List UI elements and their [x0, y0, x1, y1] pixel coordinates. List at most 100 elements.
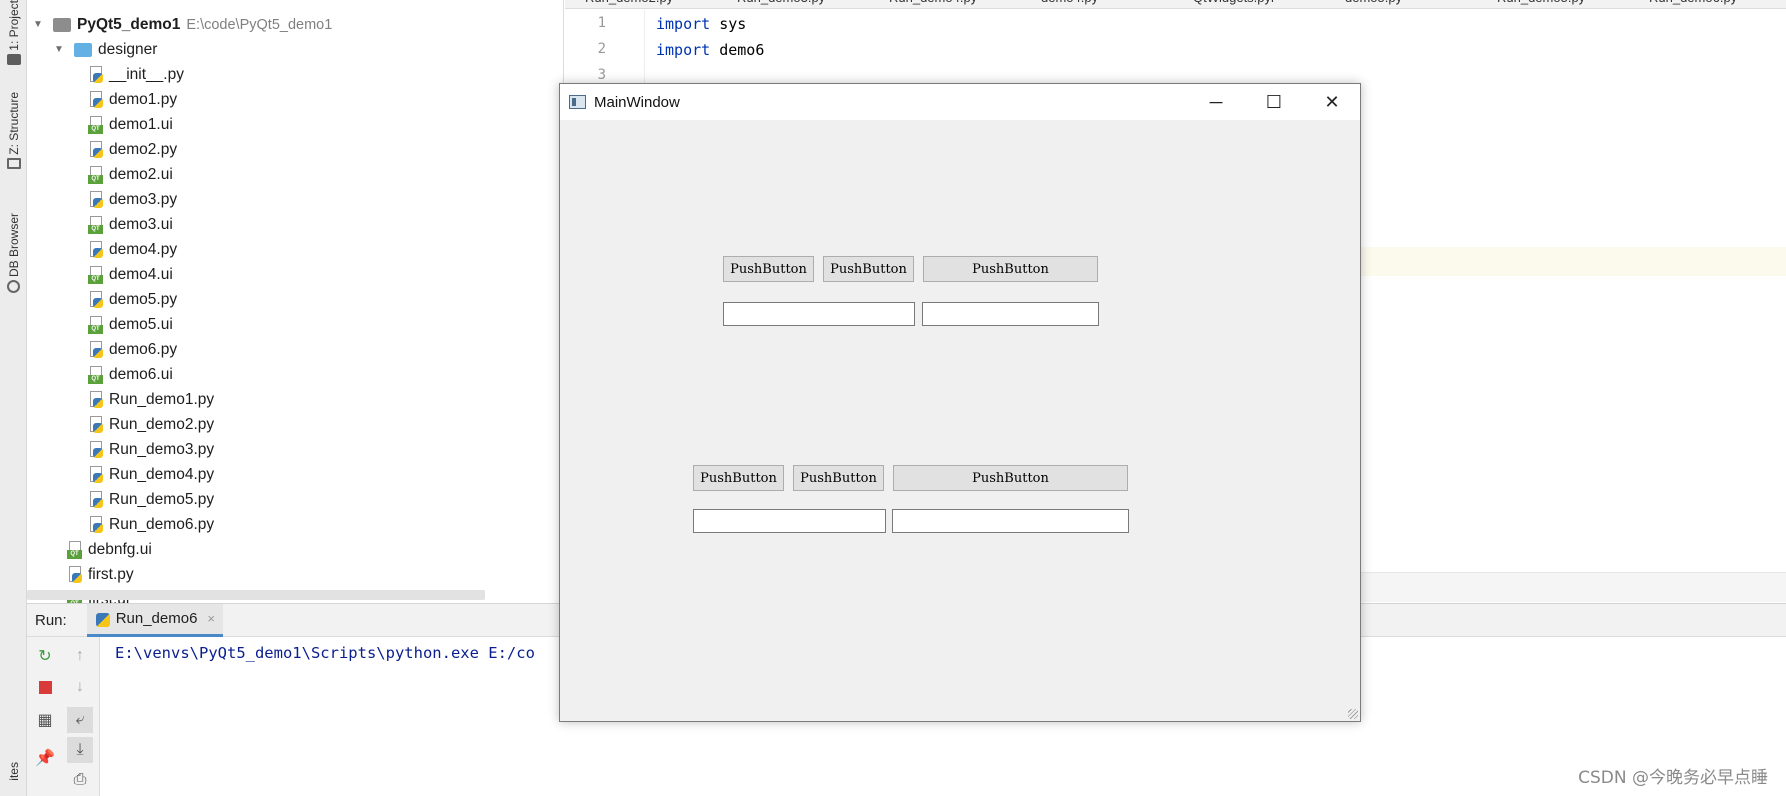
file-name: Run_demo6.py — [109, 515, 215, 533]
print-icon[interactable]: ⎙ — [67, 767, 93, 793]
qt-ui-file-icon: QT — [67, 540, 83, 559]
line-number: 3 — [597, 67, 606, 83]
tree-file-item[interactable]: first.py — [67, 562, 134, 587]
down-arrow-icon[interactable]: ↓ — [67, 674, 93, 700]
python-file-icon — [88, 290, 104, 309]
project-tool-tab[interactable]: 1: Project — [0, 0, 27, 65]
editor-tab[interactable]: Run_demo5.py — [1497, 0, 1585, 5]
tree-file-item[interactable]: Run_demo4.py — [88, 462, 214, 487]
close-icon[interactable]: × — [207, 611, 215, 626]
folder-icon — [6, 53, 21, 65]
tree-file-item[interactable]: QT demo3.ui — [88, 212, 173, 237]
size-grip-icon[interactable] — [1348, 709, 1358, 719]
run-toolbar: ↻ ▦ 📌 ↑ ↓ ⤶ ⤓ ⎙ — [27, 637, 100, 796]
code-line-2[interactable]: import demo6 — [656, 41, 764, 59]
qt-ui-file-icon: QT — [88, 115, 104, 134]
file-name: Run_demo2.py — [109, 415, 215, 433]
file-name: demo5.py — [109, 290, 178, 308]
soft-wrap-icon[interactable]: ⤶ — [67, 707, 93, 733]
code-line-1[interactable]: import sys — [656, 15, 746, 33]
editor-tab[interactable]: Run_demo6.py — [1649, 0, 1737, 5]
code-text: sys — [710, 15, 747, 33]
editor-tab[interactable]: demo4.py — [1041, 0, 1098, 5]
tree-file-item[interactable]: demo5.py — [88, 287, 177, 312]
qt-main-window: MainWindow ─ ☐ ✕ PushButton PushButton P… — [559, 83, 1361, 722]
run-tab-label: Run_demo6 — [115, 610, 198, 627]
push-button[interactable]: PushButton — [793, 465, 884, 491]
tree-file-item[interactable]: Run_demo1.py — [88, 387, 214, 412]
tree-file-item[interactable]: demo1.py — [88, 87, 177, 112]
tree-file-item[interactable]: demo4.py — [88, 237, 177, 262]
tree-file-item[interactable]: QT demo1.ui — [88, 112, 173, 137]
tree-file-item[interactable]: Run_demo6.py — [88, 512, 214, 537]
python-file-icon — [88, 140, 104, 159]
tree-file-item[interactable]: QT debnfg.ui — [67, 537, 152, 562]
tree-horizontal-scrollbar[interactable] — [27, 590, 485, 600]
tree-folder-designer[interactable]: ▼ designer — [54, 37, 157, 62]
tree-file-item[interactable]: QT demo4.ui — [88, 262, 173, 287]
maximize-button[interactable]: ☐ — [1245, 84, 1303, 120]
push-button[interactable]: PushButton — [723, 256, 814, 282]
push-button[interactable]: PushButton — [923, 256, 1098, 282]
file-name: demo5.ui — [109, 315, 173, 333]
editor-tab[interactable]: Run_demo3.py — [737, 0, 825, 5]
structure-tool-tab[interactable]: Z: Structure — [0, 92, 27, 169]
favorites-tool-tab[interactable]: ites — [0, 762, 27, 781]
watermark: CSDN @今晚务必早点睡 — [1578, 768, 1768, 788]
tree-file-item[interactable]: QT demo6.ui — [88, 362, 173, 387]
push-button[interactable]: PushButton — [823, 256, 914, 282]
minimize-button[interactable]: ─ — [1187, 84, 1245, 120]
file-name: __init__.py — [109, 65, 184, 83]
editor-tab[interactable]: Run_demo4.py — [889, 0, 977, 5]
file-name: Run_demo4.py — [109, 465, 215, 483]
scroll-to-end-icon[interactable]: ⤓ — [67, 737, 93, 763]
editor-tab[interactable]: demo5.py — [1345, 0, 1402, 5]
python-file-icon — [88, 465, 104, 484]
db-browser-tool-tab[interactable]: DB Browser — [0, 213, 27, 294]
file-name: demo3.py — [109, 190, 178, 208]
layout-icon[interactable]: ▦ — [32, 707, 58, 733]
qt-ui-file-icon: QT — [88, 165, 104, 184]
project-root-name: PyQt5_demo1 — [77, 15, 181, 33]
tree-file-item[interactable]: QT demo2.ui — [88, 162, 173, 187]
up-arrow-icon[interactable]: ↑ — [67, 643, 93, 669]
rerun-icon[interactable]: ↻ — [32, 643, 58, 669]
line-edit[interactable] — [922, 302, 1099, 326]
push-button[interactable]: PushButton — [693, 465, 784, 491]
line-edit[interactable] — [723, 302, 915, 326]
project-tab-label: 1: Project — [6, 0, 21, 51]
tree-file-item[interactable]: __init__.py — [88, 62, 184, 87]
tree-file-item[interactable]: Run_demo2.py — [88, 412, 214, 437]
file-name: demo6.ui — [109, 365, 173, 383]
tree-file-item[interactable]: Run_demo3.py — [88, 437, 214, 462]
tree-root[interactable]: ▼ PyQt5_demo1 E:\code\PyQt5_demo1 — [33, 12, 332, 37]
stop-button[interactable] — [32, 674, 58, 700]
tree-file-item[interactable]: demo2.py — [88, 137, 177, 162]
folder-name: designer — [98, 40, 158, 58]
window-titlebar[interactable]: MainWindow ─ ☐ ✕ — [560, 84, 1360, 120]
tree-file-item[interactable]: demo6.py — [88, 337, 177, 362]
python-file-icon — [88, 390, 104, 409]
pin-icon[interactable]: 📌 — [32, 745, 58, 771]
file-name: demo1.py — [109, 90, 178, 108]
qt-ui-file-icon: QT — [88, 315, 104, 334]
python-file-icon — [88, 240, 104, 259]
tree-file-item[interactable]: demo3.py — [88, 187, 177, 212]
line-edit[interactable] — [892, 509, 1129, 533]
favorites-tab-label: ites — [6, 762, 21, 781]
file-name: demo2.py — [109, 140, 178, 158]
expand-arrow-icon[interactable]: ▼ — [33, 19, 45, 30]
file-name: Run_demo5.py — [109, 490, 215, 508]
python-file-icon — [88, 340, 104, 359]
tree-file-item[interactable]: QT demo5.ui — [88, 312, 173, 337]
push-button[interactable]: PushButton — [893, 465, 1128, 491]
editor-tab[interactable]: Run_demo2.py — [585, 0, 673, 5]
close-button[interactable]: ✕ — [1303, 84, 1361, 120]
run-tab[interactable]: Run_demo6 × — [86, 603, 224, 637]
line-edit[interactable] — [693, 509, 886, 533]
expand-arrow-icon[interactable]: ▼ — [54, 44, 66, 55]
file-name: first.py — [88, 565, 134, 583]
line-number: 1 — [597, 15, 606, 31]
tree-file-item[interactable]: Run_demo5.py — [88, 487, 214, 512]
editor-tab[interactable]: QtWidgets.pyi — [1193, 0, 1274, 5]
